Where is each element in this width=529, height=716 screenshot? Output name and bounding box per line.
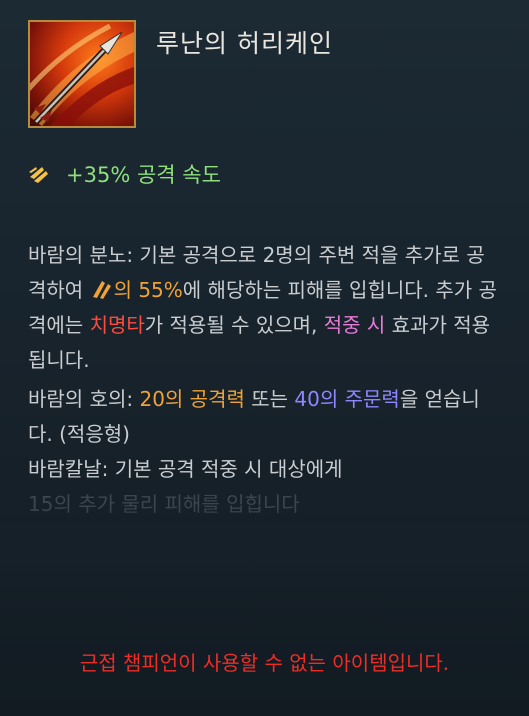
hurricane-arrow-icon xyxy=(28,20,136,128)
onhit-keyword: 적중 시 xyxy=(323,313,386,337)
item-name: 루난의 허리케인 xyxy=(156,29,333,58)
attack-damage-icon xyxy=(90,275,112,299)
item-description: 바람의 분노: 기본 공격으로 2명의 주변 적을 추가로 공격하여 의 55%… xyxy=(28,238,498,522)
passive-wind-blade: 바람칼날: 기본 공격 적중 시 대상에게 xyxy=(28,457,343,481)
passive-name: 바람의 호의: xyxy=(28,387,134,411)
passive-wind-favor: 바람의 호의: 20의 공격력 또는 40의 주문력을 얻습니다. (적응형) xyxy=(28,387,480,446)
passive-name: 바람칼날: xyxy=(28,457,109,481)
description-fade xyxy=(0,505,529,585)
passive-wind-fury: 바람의 분노: 기본 공격으로 2명의 주변 적을 추가로 공격하여 의 55%… xyxy=(28,243,497,372)
item-tooltip: 루난의 허리케인 +35% 공격 속도 바람의 분노: 기본 공격으로 2명의 … xyxy=(0,0,529,716)
ad-bonus: 20의 공격력 xyxy=(139,387,245,411)
melee-warning: 근접 챔피언이 사용할 수 없는 아이템입니다. xyxy=(79,651,450,675)
stat-row: +35% 공격 속도 xyxy=(28,158,221,190)
critical-strike-keyword: 치명타 xyxy=(89,313,145,337)
attack-speed-icon xyxy=(28,163,50,185)
attack-speed-stat: +35% 공격 속도 xyxy=(66,163,221,187)
ad-ratio: 의 55% xyxy=(113,278,183,302)
passive-name: 바람의 분노: xyxy=(28,243,134,267)
ap-bonus: 40의 주문력 xyxy=(294,387,400,411)
